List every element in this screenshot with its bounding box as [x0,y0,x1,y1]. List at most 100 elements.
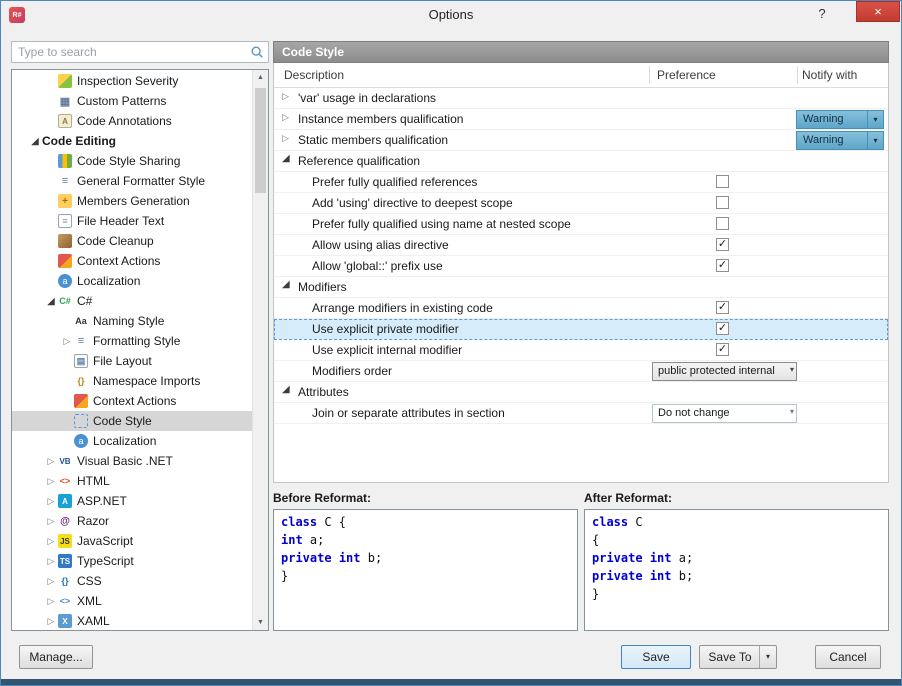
tree-expanded-icon[interactable]: ◢ [28,136,42,147]
group-expanded-icon[interactable]: ◢ [282,384,290,395]
tree-scrollbar[interactable]: ▲ ▼ [252,70,268,630]
tree-expanded-icon[interactable]: ◢ [44,296,58,307]
code-token [643,551,650,565]
checkbox-arrange-modifiers-in-existing-code[interactable]: ✓ [716,301,729,314]
tree-item-razor[interactable]: ▷@Razor [12,511,268,531]
option-row-arrange-modifiers-in-existing-code[interactable]: Arrange modifiers in existing code✓ [274,298,888,319]
search-input[interactable] [11,41,269,63]
tree-item-asp-net[interactable]: ▷AASP.NET [12,491,268,511]
tree-collapsed-icon[interactable]: ▷ [44,596,58,607]
before-reformat-label: Before Reformat: [273,491,578,507]
tree-collapsed-icon[interactable]: ▷ [44,576,58,587]
combo-modifiers-order[interactable]: public protected internal▾ [652,362,797,381]
option-row-static-members-qualification[interactable]: ▷Static members qualificationWarning▾ [274,130,888,151]
tree-collapsed-icon[interactable]: ▷ [44,456,58,467]
tree-item-localization[interactable]: aLocalization [12,431,268,451]
tree-collapsed-icon[interactable]: ▷ [44,556,58,567]
option-row-modifiers-order[interactable]: Modifiers orderpublic protected internal… [274,361,888,382]
option-row-use-explicit-private-modifier[interactable]: Use explicit private modifier✓ [274,319,888,340]
severity-combo-instance-members-qualification[interactable]: Warning▾ [796,110,884,129]
tree-item-naming-style[interactable]: AaNaming Style [12,311,268,331]
close-button[interactable]: × [856,1,900,22]
manage-button[interactable]: Manage... [19,645,93,669]
group-collapsed-icon[interactable]: ▷ [282,133,289,144]
combo-join-or-separate-attributes-in-section[interactable]: Do not change▾ [652,404,797,423]
option-row-var-usage-in-declarations[interactable]: ▷'var' usage in declarations [274,88,888,109]
keyword-token: int [281,533,303,547]
option-row-instance-members-qualification[interactable]: ▷Instance members qualificationWarning▾ [274,109,888,130]
option-row-add-using-directive-to-deepest-scope[interactable]: Add 'using' directive to deepest scope [274,193,888,214]
option-row-attributes[interactable]: ◢Attributes [274,382,888,403]
group-collapsed-icon[interactable]: ▷ [282,112,289,123]
option-row-prefer-fully-qualified-using-name-at-nested-scope[interactable]: Prefer fully qualified using name at nes… [274,214,888,235]
tree-item-c#[interactable]: ◢C#C# [12,291,268,311]
tree-item-file-header-text[interactable]: ≡File Header Text [12,211,268,231]
tree-collapsed-icon[interactable]: ▷ [44,516,58,527]
tree-item-localization[interactable]: aLocalization [12,271,268,291]
after-reformat-panel: After Reformat: class C{ private int a; … [584,491,889,631]
checkbox-add-using-directive-to-deepest-scope[interactable] [716,196,729,209]
tree-item-css[interactable]: ▷{}CSS [12,571,268,591]
checkbox-allow-global-prefix-use[interactable]: ✓ [716,259,729,272]
tree-item-code-style-sharing[interactable]: Code Style Sharing [12,151,268,171]
tree-item-namespace-imports[interactable]: {}Namespace Imports [12,371,268,391]
titlebar[interactable]: R# Options ? × [1,1,901,29]
tree-item-javascript[interactable]: ▷JSJavaScript [12,531,268,551]
save-button[interactable]: Save [621,645,691,669]
tree-item-context-actions[interactable]: Context Actions [12,391,268,411]
tree-item-custom-patterns[interactable]: ▦Custom Patterns [12,91,268,111]
tree-collapsed-icon[interactable]: ▷ [44,616,58,627]
scrollbar-thumb[interactable] [255,88,266,193]
checkbox-use-explicit-internal-modifier[interactable]: ✓ [716,343,729,356]
tree-item-xml[interactable]: ▷<>XML [12,591,268,611]
option-label: Join or separate attributes in section [312,406,505,420]
option-row-allow-global-prefix-use[interactable]: Allow 'global::' prefix use✓ [274,256,888,277]
tree-item-label: Inspection Severity [77,74,178,88]
tree-item-code-cleanup[interactable]: Code Cleanup [12,231,268,251]
group-collapsed-icon[interactable]: ▷ [282,91,289,102]
tree-item-label: ASP.NET [77,494,127,508]
severity-combo-static-members-qualification[interactable]: Warning▾ [796,131,884,150]
option-row-join-or-separate-attributes-in-section[interactable]: Join or separate attributes in section Do… [274,403,888,424]
tree-item-xaml[interactable]: ▷XXAML [12,611,268,631]
checkbox-use-explicit-private-modifier[interactable]: ✓ [716,322,729,335]
option-row-prefer-fully-qualified-references[interactable]: Prefer fully qualified references [274,172,888,193]
tree-item-members-generation[interactable]: +Members Generation [12,191,268,211]
tree-item-typescript[interactable]: ▷TSTypeScript [12,551,268,571]
tree-item-code-editing[interactable]: ◢Code Editing [12,131,268,151]
checkbox-prefer-fully-qualified-references[interactable] [716,175,729,188]
close-icon: × [874,4,882,19]
tree-item-html[interactable]: ▷<>HTML [12,471,268,491]
tree-item-inspection-severity[interactable]: Inspection Severity [12,71,268,91]
checkbox-allow-using-alias-directive[interactable]: ✓ [716,238,729,251]
keyword-token: private [281,551,332,565]
tree-item-visual-basic-net[interactable]: ▷VBVisual Basic .NET [12,451,268,471]
code-token: a; [672,551,694,565]
tree-collapsed-icon[interactable]: ▷ [44,496,58,507]
scroll-down-icon[interactable]: ▼ [253,615,268,630]
column-headers: Description Preference Notify with [274,63,888,88]
option-row-modifiers[interactable]: ◢Modifiers [274,277,888,298]
tree-item-file-layout[interactable]: ▤File Layout [12,351,268,371]
tree-item-label: Code Editing [42,134,116,148]
option-row-use-explicit-internal-modifier[interactable]: Use explicit internal modifier✓ [274,340,888,361]
tree-item-general-formatter-style[interactable]: ≡General Formatter Style [12,171,268,191]
checkbox-prefer-fully-qualified-using-name-at-nested-scope[interactable] [716,217,729,230]
tree-item-code-style[interactable]: Code Style [12,411,268,431]
scroll-up-icon[interactable]: ▲ [253,70,268,85]
group-expanded-icon[interactable]: ◢ [282,279,290,290]
cancel-button[interactable]: Cancel [815,645,881,669]
save-to-button[interactable]: Save To ▾ [699,645,777,669]
tree-item-context-actions[interactable]: Context Actions [12,251,268,271]
help-button[interactable]: ? [809,6,835,21]
tree-item-code-annotations[interactable]: ACode Annotations [12,111,268,131]
tree-item-formatting-style[interactable]: ▷≡Formatting Style [12,331,268,351]
group-expanded-icon[interactable]: ◢ [282,153,290,164]
option-row-allow-using-alias-directive[interactable]: Allow using alias directive✓ [274,235,888,256]
tree-collapsed-icon[interactable]: ▷ [44,536,58,547]
tree-collapsed-icon[interactable]: ▷ [60,336,74,347]
save-to-label: Save To [708,650,751,664]
tree-collapsed-icon[interactable]: ▷ [44,476,58,487]
option-row-reference-qualification[interactable]: ◢Reference qualification [274,151,888,172]
code-line: private int b; [281,549,570,567]
